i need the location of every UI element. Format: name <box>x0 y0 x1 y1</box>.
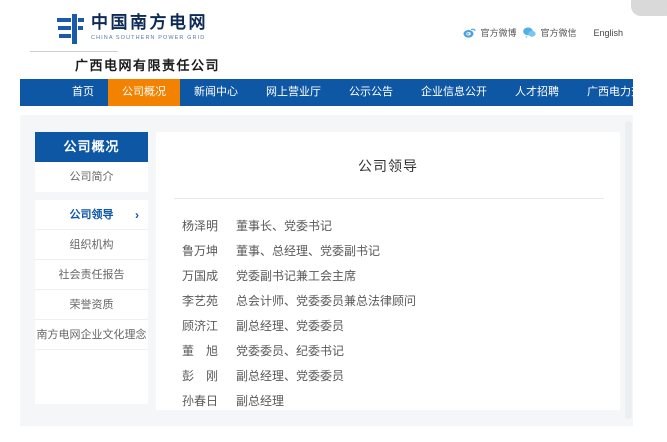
leader-name: 杨泽明 <box>182 217 222 234</box>
leader-row: 顾济江副总经理、党委委员 <box>182 313 620 338</box>
wechat-link[interactable]: 官方微信 <box>523 26 576 39</box>
logo-title: 中国南方电网 <box>91 13 208 33</box>
site-header: 中国南方电网 CHINA SOUTHERN POWER GRID 广西电网有限责… <box>0 0 667 79</box>
leader-row: 李艺苑总会计师、党委委员兼总法律顾问 <box>182 288 620 313</box>
sidebar-group-2: 公司领导›组织机构社会责任报告荣誉资质南方电网企业文化理念 <box>35 200 148 404</box>
sidebar-gap <box>35 192 148 200</box>
wechat-icon <box>523 27 536 38</box>
content-area: 公司概况 公司简介 公司领导›组织机构社会责任报告荣誉资质南方电网企业文化理念 … <box>20 115 633 426</box>
leader-title: 党委副书记兼工会主席 <box>236 267 356 284</box>
leader-title: 党委委员、纪委书记 <box>236 342 344 359</box>
logo-text: 中国南方电网 CHINA SOUTHERN POWER GRID <box>91 13 208 41</box>
leader-title: 董事长、党委书记 <box>236 217 332 234</box>
main-nav: 首页公司概况新闻中心网上营业厅公示公告企业信息公开人才招聘广西电力交易中心广西电… <box>20 79 633 106</box>
sidebar-header: 公司概况 <box>35 132 148 162</box>
nav-item-home[interactable]: 首页 <box>58 79 108 106</box>
weibo-label: 官方微博 <box>480 26 516 39</box>
sidebar-item-csg-culture[interactable]: 南方电网企业文化理念 <box>35 320 148 350</box>
leader-name: 鲁万坤 <box>182 242 222 259</box>
sidebar-item-csr-report[interactable]: 社会责任报告 <box>35 260 148 290</box>
browser-corner-artifact <box>631 0 667 16</box>
english-link[interactable]: English <box>593 28 623 38</box>
sidebar-item-company-profile[interactable]: 公司简介 <box>35 162 148 192</box>
company-name: 广西电网有限责任公司 <box>75 55 220 74</box>
main-panel: 公司领导 杨泽明董事长、党委书记鲁万坤董事、总经理、党委副书记万国成党委副书记兼… <box>156 132 620 410</box>
leader-row: 杨泽明董事长、党委书记 <box>182 213 620 238</box>
chevron-right-icon: › <box>135 200 139 230</box>
leader-title: 副总经理、党委委员 <box>236 317 344 334</box>
nav-item-news-center[interactable]: 新闻中心 <box>180 79 252 106</box>
leader-row: 彭 刚副总经理、党委委员 <box>182 363 620 388</box>
logo-divider <box>30 51 118 52</box>
nav-item-public-announcements[interactable]: 公示公告 <box>335 79 407 106</box>
leader-name: 董 旭 <box>182 342 222 359</box>
weibo-icon <box>463 27 476 38</box>
scrollbar-track[interactable] <box>625 121 632 419</box>
leaders-list: 杨泽明董事长、党委书记鲁万坤董事、总经理、党委副书记万国成党委副书记兼工会主席李… <box>182 213 620 413</box>
leader-name: 万国成 <box>182 267 222 284</box>
nav-item-guangxi-power-trading-center[interactable]: 广西电力交易中心 <box>573 79 667 106</box>
leader-title: 总会计师、党委委员兼总法律顾问 <box>236 292 416 309</box>
nav-item-company-overview[interactable]: 公司概况 <box>108 79 180 106</box>
nav-item-online-business-hall[interactable]: 网上营业厅 <box>252 79 335 106</box>
page-title: 公司领导 <box>156 156 620 176</box>
sidebar-filler <box>35 350 148 404</box>
nav-item-enterprise-info-disclosure[interactable]: 企业信息公开 <box>407 79 501 106</box>
logo-subtitle: CHINA SOUTHERN POWER GRID <box>91 35 208 41</box>
sidebar-group-1: 公司简介 <box>35 162 148 192</box>
logo: 中国南方电网 CHINA SOUTHERN POWER GRID <box>57 13 208 45</box>
leader-title: 副总经理、党委委员 <box>236 367 344 384</box>
leader-row: 鲁万坤董事、总经理、党委副书记 <box>182 238 620 263</box>
leader-name: 彭 刚 <box>182 367 222 384</box>
weibo-link[interactable]: 官方微博 <box>463 26 516 39</box>
leader-row: 万国成党委副书记兼工会主席 <box>182 263 620 288</box>
leader-name: 李艺苑 <box>182 292 222 309</box>
leader-title: 副总经理 <box>236 392 284 409</box>
leader-name: 孙春日 <box>182 392 222 409</box>
leader-name: 顾济江 <box>182 317 222 334</box>
leader-row: 孙春日副总经理 <box>182 388 620 413</box>
leader-row: 董 旭党委委员、纪委书记 <box>182 338 620 363</box>
page: 中国南方电网 CHINA SOUTHERN POWER GRID 广西电网有限责… <box>0 0 667 442</box>
wechat-label: 官方微信 <box>540 26 576 39</box>
nav-item-recruitment[interactable]: 人才招聘 <box>501 79 573 106</box>
leader-title: 董事、总经理、党委副书记 <box>236 242 380 259</box>
title-divider <box>174 198 604 199</box>
sidebar: 公司概况 公司简介 公司领导›组织机构社会责任报告荣誉资质南方电网企业文化理念 <box>35 132 148 404</box>
sidebar-item-honors[interactable]: 荣誉资质 <box>35 290 148 320</box>
sidebar-item-organization[interactable]: 组织机构 <box>35 230 148 260</box>
sidebar-item-company-leaders[interactable]: 公司领导› <box>35 200 148 230</box>
header-utilities: 官方微博 官方微信 English <box>463 26 623 39</box>
csg-logo-icon <box>57 13 84 45</box>
